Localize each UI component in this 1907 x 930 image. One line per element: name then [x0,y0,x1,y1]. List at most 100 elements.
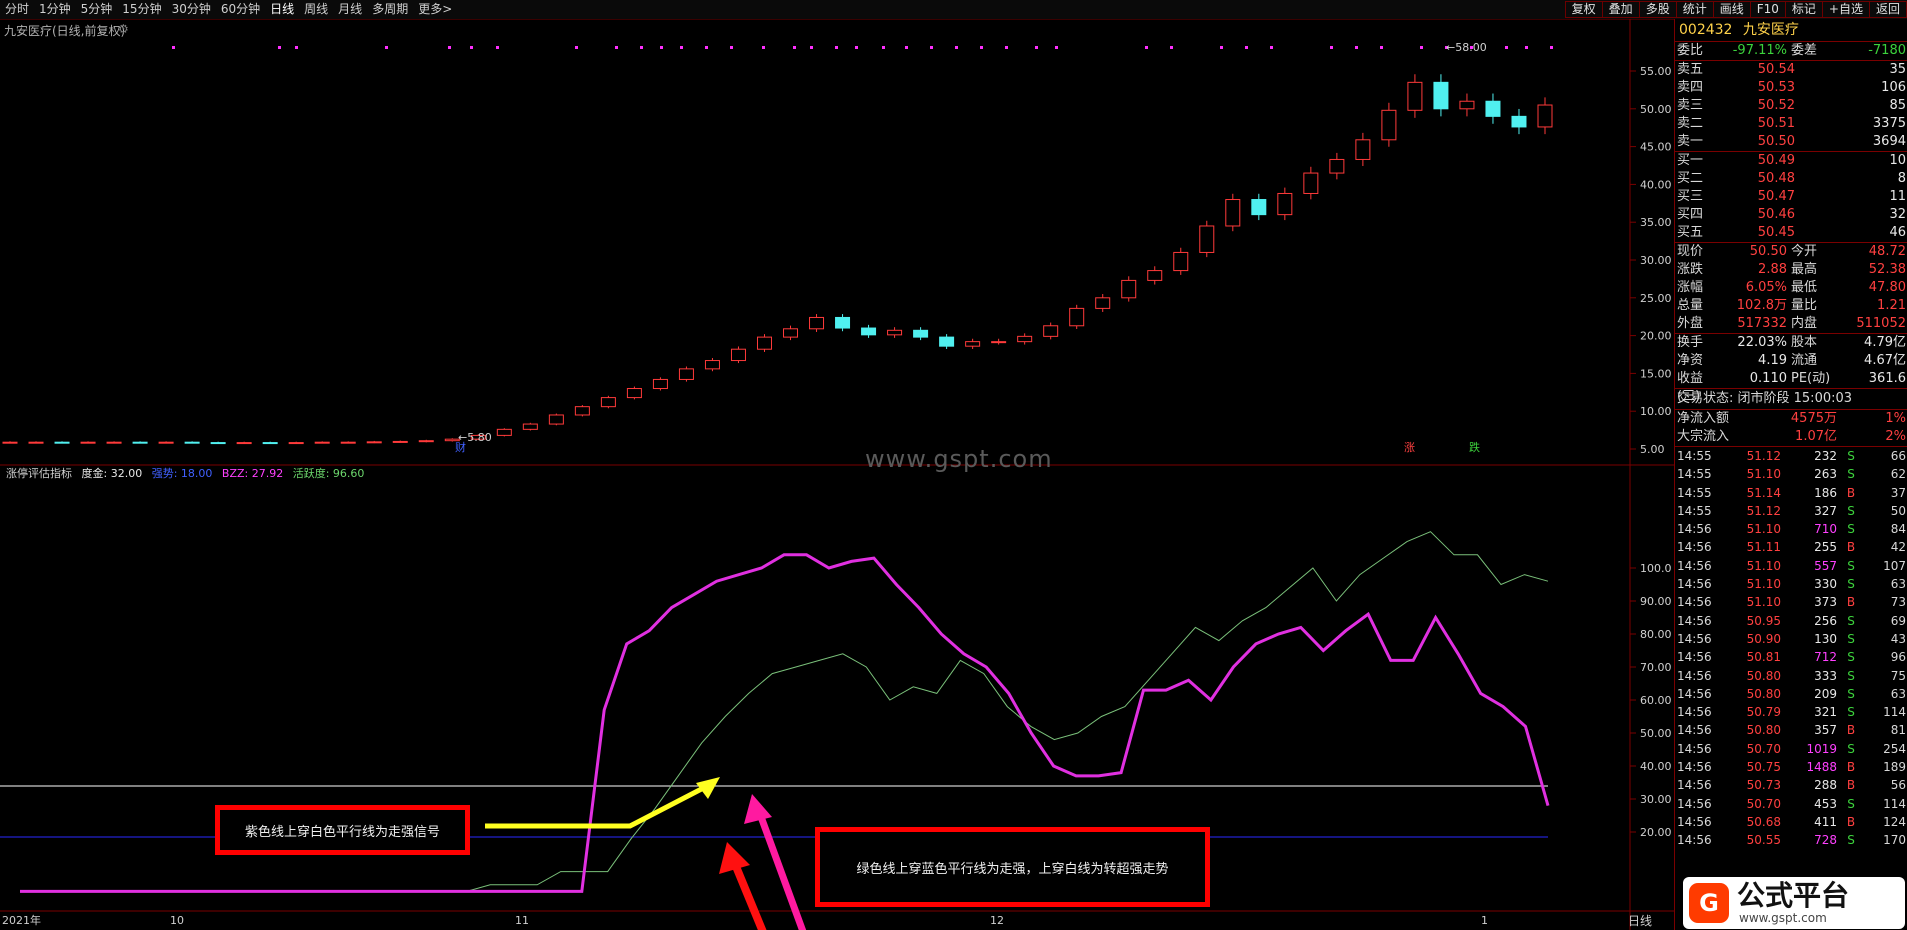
buy-orders: 买一 50.49 10 买二 50.48 8 买三 50.47 11 买四 50.46 32 买五 50.… [1675,152,1907,242]
price-axis: 55.00 50.00 45.00 40.00 35.00 30.00 25.00 20.00… [1630,65,1672,456]
high-marker: ←58.00 [1446,41,1487,54]
time-label-2021: 2021年 [2,913,41,927]
candle [1277,192,1293,216]
stats-button[interactable]: 统计 [1675,1,1713,18]
weicha-value: -7180 [1868,43,1906,58]
candle [1069,307,1085,327]
candle [548,414,564,425]
candle [1511,115,1527,128]
price-tick-8: 15.00 [1640,367,1672,380]
f10-button[interactable]: F10 [1749,1,1785,18]
candle [80,441,96,444]
ind-tick-4: 60.00 [1640,694,1672,707]
period-indicator[interactable]: 日线 [1628,912,1652,929]
candle [392,440,408,443]
overlay-button[interactable]: 叠加 [1601,1,1639,18]
draw-line-button[interactable]: 画线 [1712,1,1750,18]
price-tick-0: 55.00 [1640,65,1672,78]
candle [210,442,226,445]
price-tick-6: 25.00 [1640,292,1672,305]
tick-row: 14:56 50.68 411 B 124 [1677,814,1906,829]
tab-5min[interactable]: 5分钟 [76,2,118,17]
mark-button[interactable]: 标记 [1784,1,1822,18]
tab-multi-period[interactable]: 多周期 [367,2,413,17]
trade-status: 交易状态: 闭市阶段 15:00:03 [1675,388,1907,410]
candle [1485,100,1501,117]
tab-60min[interactable]: 60分钟 [216,2,265,17]
event-cai[interactable]: 财 [455,440,466,454]
candle [1095,297,1111,309]
price-tick-5: 30.00 [1640,254,1672,267]
buy-row: 买四 50.46 32 [1677,207,1906,222]
candle [366,441,382,444]
stock-chart-title: 九安医疗(日线,前复权) [4,24,126,38]
time-label-10: 10 [170,914,184,927]
candle [1329,158,1345,174]
logo-url: www.gspt.com [1739,911,1827,925]
candle [704,360,720,370]
quote-panel: 002432 九安医疗 委比 -97.11% 委差 -7180 卖五 50.54 3… [1674,19,1907,930]
multi-stock-button[interactable]: 多股 [1638,1,1676,18]
ind-tick-7: 30.00 [1640,793,1672,806]
tab-more[interactable]: 更多> [413,2,457,17]
candle [652,378,668,390]
time-label-11: 11 [515,914,529,927]
tab-1min[interactable]: 1分钟 [34,2,76,17]
tick-row: 14:56 50.80 333 S 75 [1677,668,1906,683]
candle [418,440,434,443]
event-zhang[interactable]: 涨 [1404,441,1415,454]
stock-code: 002432 [1679,22,1733,38]
tab-daily[interactable]: 日线 [265,2,299,17]
tab-30min[interactable]: 30分钟 [167,2,216,17]
sell-row: 卖二 50.51 3375 [1677,116,1906,131]
back-button[interactable]: 返回 [1868,1,1907,18]
candle [730,348,746,362]
candle [913,329,929,338]
tab-monthly[interactable]: 月线 [333,2,367,17]
add-watchlist-button[interactable]: +自选 [1821,1,1869,18]
green-annotation-text: 绿色线上穿蓝色平行线为走强，上穿白线为转超强走势 [856,861,1169,877]
sell-orders: 卖五 50.54 35 卖四 50.53 106 卖三 50.52 85 卖二 50.51 3375 卖… [1675,61,1907,151]
watermark-text: www.gspt.com [865,445,1053,473]
stat-row: 涨幅 6.05% 最低 47.80 [1677,280,1906,295]
logo-title: 公式平台 [1737,879,1850,912]
price-tick-4: 35.00 [1640,216,1672,229]
candle [1199,225,1215,253]
candle [756,336,772,350]
tab-15min[interactable]: 15分钟 [117,2,166,17]
yellow-arrow [485,779,717,829]
chart-area[interactable]: 55.00 50.00 45.00 40.00 35.00 30.00 25.00 20.00… [0,19,1674,930]
candle [1355,139,1371,160]
candlesticks [2,74,1553,445]
weibi-row: 委比 -97.11% 委差 -7180 [1677,43,1906,58]
tick-row: 14:56 51.11 255 B 42 [1677,540,1906,555]
tab-fenshi[interactable]: 分时 [0,2,34,17]
candle [496,428,512,436]
candle [2,441,18,444]
buy-row: 买一 50.49 10 [1677,153,1906,168]
tick-list[interactable]: 14:55 51.12 232 S 66 14:55 51.10 263 S 62 14:55 51.… [1675,447,1907,850]
tool-buttons: 复权 叠加 多股 统计 画线 F10 标记 +自选 返回 [1564,1,1907,18]
purple-annotation-box: 紫色线上穿白色平行线为走强信号 [215,805,470,855]
candle [1225,199,1241,227]
candle [626,388,642,399]
tick-row: 14:56 50.95 256 S 69 [1677,613,1906,628]
candle [1043,325,1059,337]
tab-weekly[interactable]: 周线 [299,2,333,17]
candle [1121,279,1137,299]
stat-row: 现价 50.50 今开 48.72 [1677,244,1906,259]
candle [28,441,44,444]
gear-icon[interactable]: ⚙ [118,22,129,36]
candle [184,441,200,444]
event-die[interactable]: 跌 [1469,440,1480,454]
signal-dots [172,46,1553,49]
fuquan-button[interactable]: 复权 [1564,1,1602,18]
period-tabs: 分时 1分钟 5分钟 15分钟 30分钟 60分钟 日线 周线 月线 多周期 更… [0,2,457,17]
flow-row: 净流入额 4575万 1% [1677,411,1906,426]
candle [522,423,538,430]
candle [1459,100,1475,110]
tick-row: 14:55 51.10 263 S 62 [1677,467,1906,482]
fund-flow: 净流入额 4575万 1% 大宗流入 1.07亿 2% [1675,410,1907,446]
tick-row: 14:56 50.90 130 S 43 [1677,631,1906,646]
ind-tick-3: 70.00 [1640,661,1672,674]
